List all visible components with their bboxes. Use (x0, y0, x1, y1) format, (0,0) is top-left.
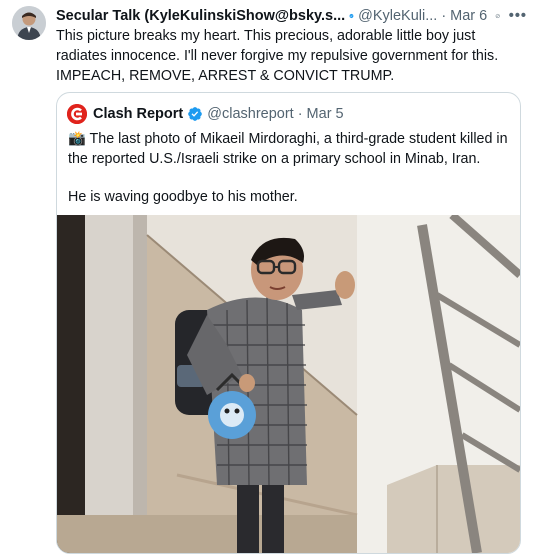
quote-author-handle[interactable]: @clashreport (207, 106, 293, 122)
verified-badge-icon (188, 107, 203, 121)
author-avatar[interactable] (12, 6, 46, 40)
clash-report-logo-icon[interactable] (67, 104, 87, 124)
post-header: Secular Talk (KyleKulinskiShow@bsky.s...… (56, 6, 527, 26)
verified-badge-icon (349, 13, 354, 19)
author-handle[interactable]: @KyleKuli... (358, 8, 437, 24)
author-name[interactable]: Secular Talk (KyleKulinskiShow@bsky.s... (56, 8, 345, 24)
quoted-post[interactable]: Clash Report @clashreport · Mar 5 📸 The … (56, 92, 521, 554)
quote-author-name[interactable]: Clash Report (93, 106, 183, 122)
separator-dot: · (297, 106, 303, 122)
quote-body-line1: 📸 The last photo of Mikaeil Mirdoraghi, … (68, 131, 508, 167)
post-body: This picture breaks my heart. This preci… (56, 28, 499, 84)
quote-body: 📸 The last photo of Mikaeil Mirdoraghi, … (68, 129, 508, 207)
quote-header: Clash Report @clashreport · Mar 5 (67, 104, 344, 124)
more-icon[interactable]: ••• (509, 8, 527, 24)
quote-body-line2: He is waving goodbye to his mother. (68, 189, 298, 205)
quote-photo[interactable] (57, 212, 520, 553)
grok-icon[interactable] (495, 7, 501, 25)
photo-illustration (57, 212, 520, 553)
quote-date[interactable]: Mar 5 (307, 106, 344, 122)
separator-dot: · (441, 8, 447, 24)
post-date[interactable]: Mar 6 (450, 8, 487, 24)
